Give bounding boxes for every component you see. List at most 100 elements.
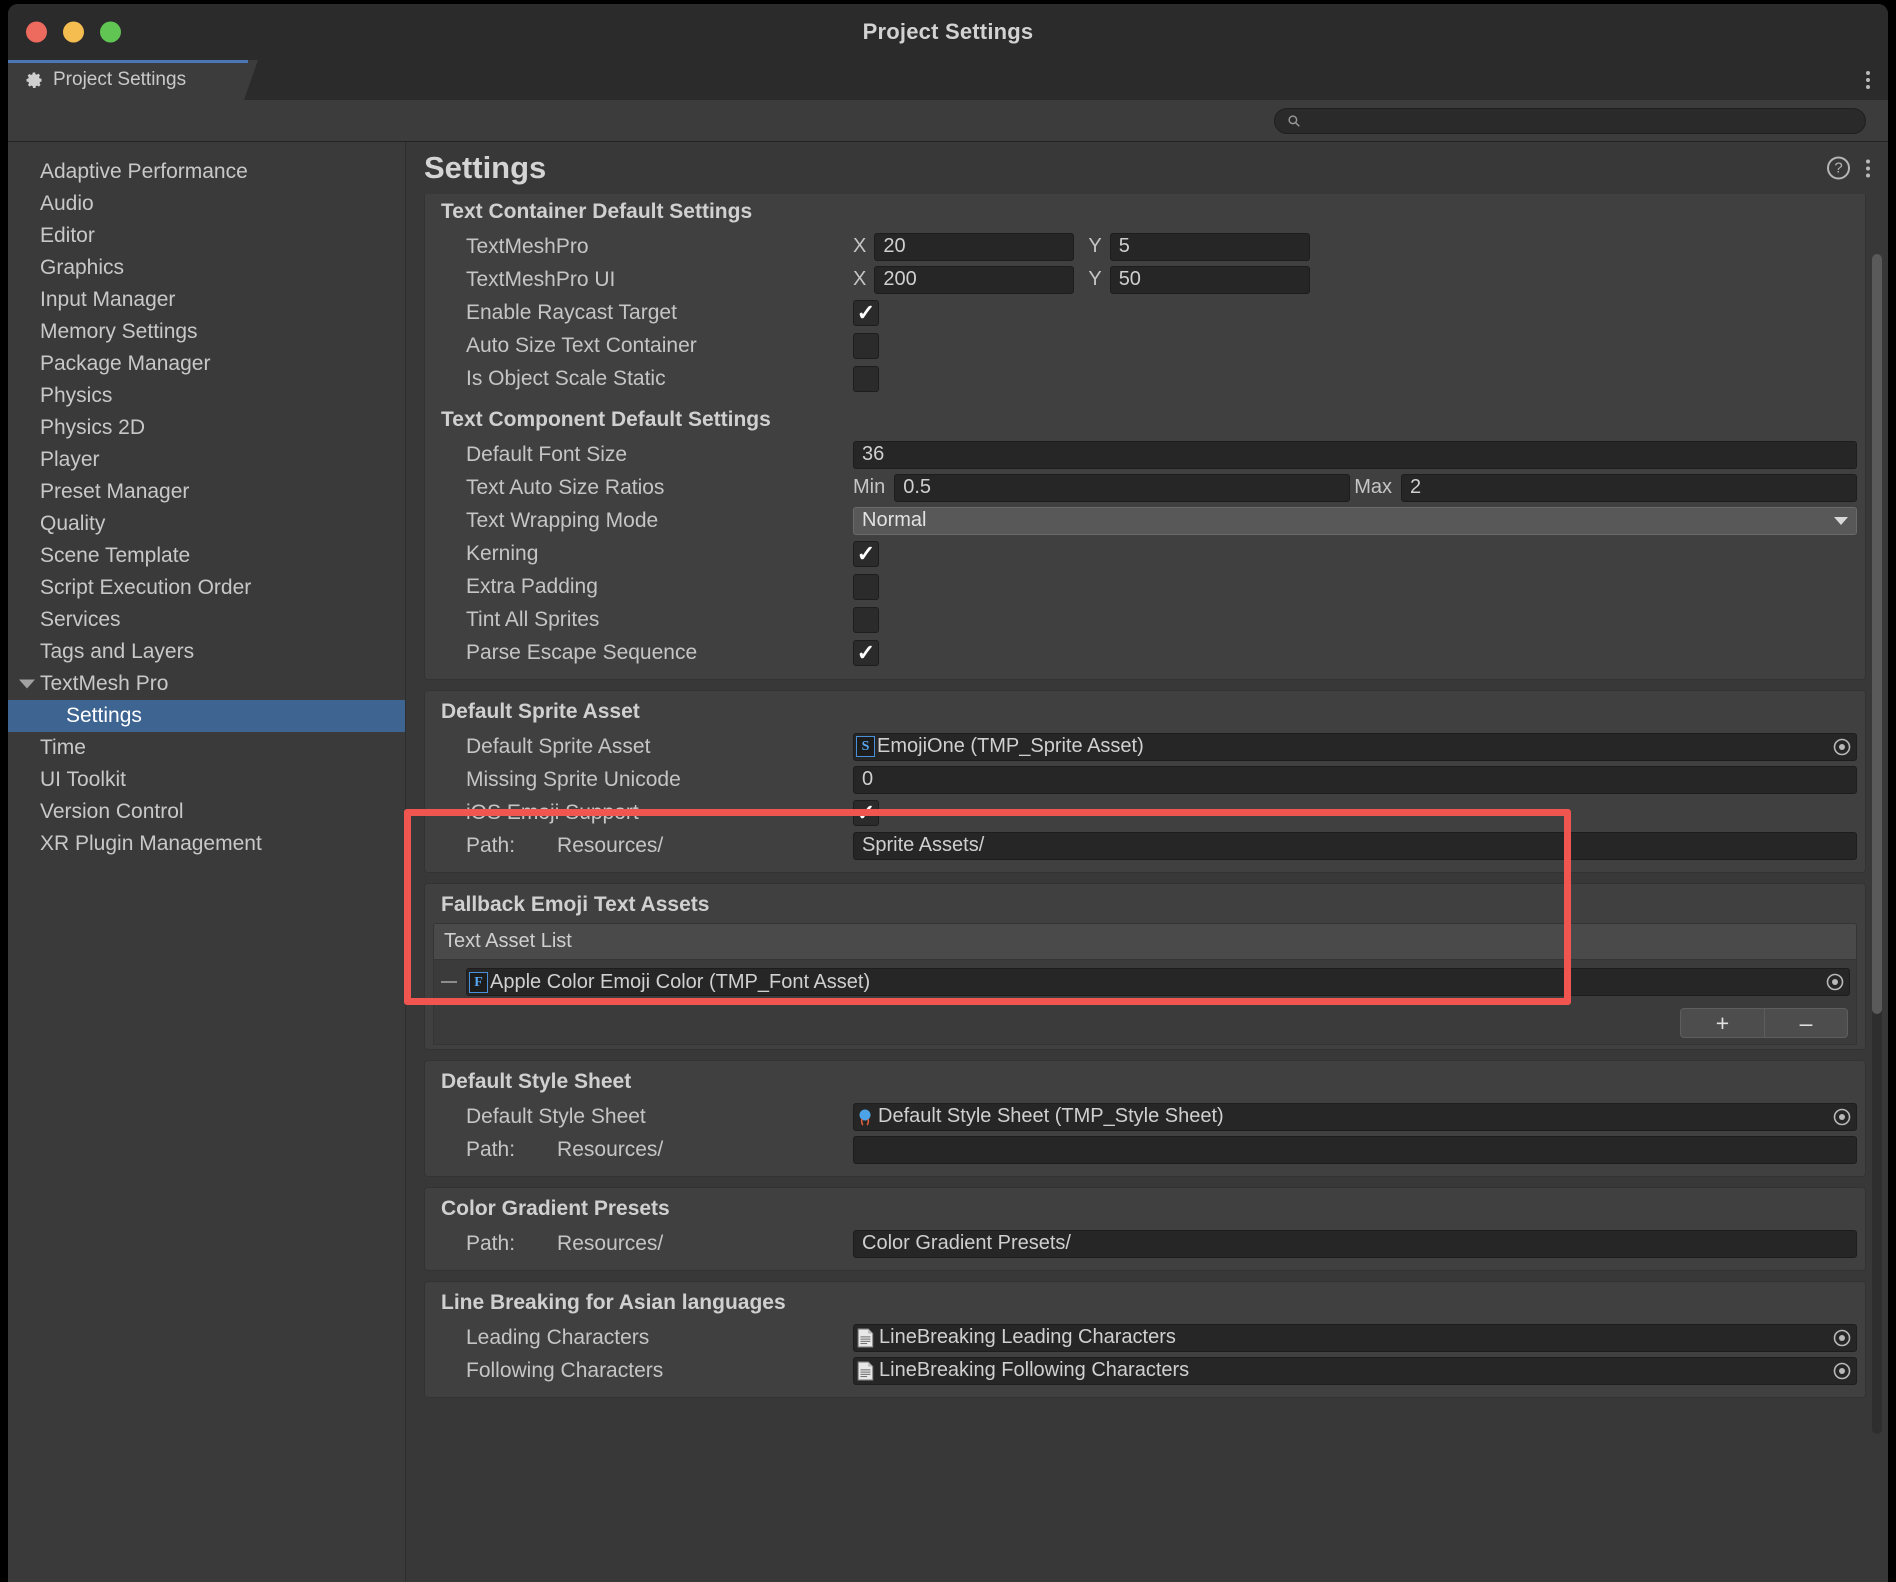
zoom-button[interactable]	[100, 22, 121, 43]
kerning-checkbox[interactable]: ✓	[853, 541, 879, 567]
search-box[interactable]	[1274, 108, 1866, 134]
textmeshpro-x-input[interactable]: 20	[874, 233, 1074, 261]
leading-characters-object-field[interactable]: LineBreaking Leading Characters	[853, 1324, 1857, 1352]
textmeshpro-y-input[interactable]: 5	[1110, 233, 1310, 261]
sidebar-item-graphics[interactable]: Graphics	[8, 252, 405, 284]
textmeshpro-ui-y-input[interactable]: 50	[1110, 266, 1310, 294]
object-field-value: Apple Color Emoji Color (TMP_Font Asset)	[490, 971, 1825, 994]
expander-triangle-icon[interactable]	[19, 680, 35, 689]
scrollbar-thumb[interactable]	[1872, 254, 1882, 1014]
close-button[interactable]	[26, 22, 47, 43]
settings-scroll-area[interactable]: Text Container Default Settings TextMesh…	[406, 194, 1888, 1582]
style-sheet-path-input[interactable]	[853, 1136, 1857, 1164]
parse-escape-sequence-checkbox[interactable]: ✓	[853, 640, 879, 666]
field-label: Leading Characters	[433, 1326, 853, 1350]
group-title: Fallback Emoji Text Assets	[433, 890, 1857, 923]
tint-all-sprites-checkbox[interactable]	[853, 607, 879, 633]
sidebar-item-settings[interactable]: Settings	[8, 700, 405, 732]
tab-label: Project Settings	[53, 69, 186, 91]
sidebar-item-adaptive-performance[interactable]: Adaptive Performance	[8, 156, 405, 188]
project-settings-window: Project Settings Project Settings Adapt	[8, 4, 1888, 1582]
vertical-scrollbar[interactable]	[1872, 254, 1882, 1434]
sidebar-item-services[interactable]: Services	[8, 604, 405, 636]
object-picker-icon[interactable]	[1832, 737, 1852, 757]
help-icon[interactable]: ?	[1827, 157, 1850, 180]
object-picker-icon[interactable]	[1832, 1107, 1852, 1127]
kebab-menu-icon[interactable]	[1866, 71, 1870, 89]
drag-handle-icon[interactable]	[440, 981, 458, 983]
ios-emoji-support-checkbox[interactable]: ✓	[853, 800, 879, 826]
tab-project-settings[interactable]: Project Settings	[8, 60, 258, 100]
missing-sprite-unicode-input[interactable]: 0	[853, 766, 1857, 794]
page-title: Settings	[424, 150, 546, 186]
default-font-size-input[interactable]: 36	[853, 441, 1857, 469]
minimize-button[interactable]	[63, 22, 84, 43]
sidebar-item-input-manager[interactable]: Input Manager	[8, 284, 405, 316]
sidebar-item-label: Version Control	[40, 800, 184, 824]
group-title: Color Gradient Presets	[433, 1194, 1857, 1227]
group-line-breaking: Line Breaking for Asian languages Leadin…	[424, 1281, 1866, 1398]
search-input[interactable]	[1307, 113, 1853, 129]
default-sprite-asset-object-field[interactable]: S EmojiOne (TMP_Sprite Asset)	[853, 733, 1857, 761]
row-kerning: Kerning ✓	[433, 537, 1857, 570]
object-picker-icon[interactable]	[1832, 1361, 1852, 1381]
sidebar-item-label: Player	[40, 448, 100, 472]
sidebar-item-xr-plugin-management[interactable]: XR Plugin Management	[8, 828, 405, 860]
row-enable-raycast-target: Enable Raycast Target ✓	[433, 296, 1857, 329]
is-object-scale-static-checkbox[interactable]	[853, 366, 879, 392]
field-label: Default Style Sheet	[433, 1105, 853, 1129]
sprite-asset-path-input[interactable]: Sprite Assets/	[853, 832, 1857, 860]
sidebar-item-version-control[interactable]: Version Control	[8, 796, 405, 828]
sidebar-item-editor[interactable]: Editor	[8, 220, 405, 252]
group-default-style-sheet: Default Style Sheet Default Style Sheet …	[424, 1060, 1866, 1177]
sidebar-item-label: Time	[40, 736, 86, 760]
row-missing-sprite-unicode: Missing Sprite Unicode 0	[433, 763, 1857, 796]
sidebar-item-physics-2d[interactable]: Physics 2D	[8, 412, 405, 444]
text-wrapping-mode-dropdown[interactable]: Normal	[853, 507, 1857, 535]
sidebar-item-scene-template[interactable]: Scene Template	[8, 540, 405, 572]
sidebar-item-label: XR Plugin Management	[40, 832, 262, 856]
field-label: Is Object Scale Static	[433, 367, 853, 391]
list-item[interactable]: F Apple Color Emoji Color (TMP_Font Asse…	[440, 966, 1850, 1002]
sidebar-item-textmesh-pro[interactable]: TextMesh Pro	[8, 668, 405, 700]
fallback-font-asset-object-field[interactable]: F Apple Color Emoji Color (TMP_Font Asse…	[466, 968, 1850, 996]
window-controls	[26, 22, 121, 43]
extra-padding-checkbox[interactable]	[853, 574, 879, 600]
group-default-sprite-asset: Default Sprite Asset Default Sprite Asse…	[424, 690, 1866, 873]
auto-size-min-input[interactable]: 0.5	[894, 474, 1350, 502]
object-picker-icon[interactable]	[1832, 1328, 1852, 1348]
color-gradient-path-input[interactable]: Color Gradient Presets/	[853, 1230, 1857, 1258]
text-asset-list-body: F Apple Color Emoji Color (TMP_Font Asse…	[433, 960, 1857, 1045]
sidebar-item-audio[interactable]: Audio	[8, 188, 405, 220]
add-item-button[interactable]: +	[1680, 1008, 1764, 1038]
sidebar-item-script-execution-order[interactable]: Script Execution Order	[8, 572, 405, 604]
sidebar-item-memory-settings[interactable]: Memory Settings	[8, 316, 405, 348]
main-header: Settings ?	[406, 142, 1888, 194]
font-asset-badge-icon: F	[469, 972, 488, 993]
text-file-icon	[857, 1328, 875, 1348]
default-style-sheet-object-field[interactable]: Default Style Sheet (TMP_Style Sheet)	[853, 1103, 1857, 1131]
sidebar-item-tags-and-layers[interactable]: Tags and Layers	[8, 636, 405, 668]
panel-menu-icon[interactable]	[1866, 159, 1870, 177]
row-textmeshpro-ui-size: TextMeshPro UI X 200 Y 50	[433, 263, 1857, 296]
sidebar-item-quality[interactable]: Quality	[8, 508, 405, 540]
sidebar-item-preset-manager[interactable]: Preset Manager	[8, 476, 405, 508]
auto-size-max-input[interactable]: 2	[1401, 474, 1857, 502]
sidebar-item-label: TextMesh Pro	[40, 672, 168, 696]
sidebar-item-player[interactable]: Player	[8, 444, 405, 476]
sidebar-item-package-manager[interactable]: Package Manager	[8, 348, 405, 380]
enable-raycast-target-checkbox[interactable]: ✓	[853, 300, 879, 326]
settings-sidebar[interactable]: Adaptive PerformanceAudioEditorGraphicsI…	[8, 142, 406, 1582]
following-characters-object-field[interactable]: LineBreaking Following Characters	[853, 1357, 1857, 1385]
sidebar-item-ui-toolkit[interactable]: UI Toolkit	[8, 764, 405, 796]
remove-item-button[interactable]: –	[1764, 1008, 1848, 1038]
auto-size-text-container-checkbox[interactable]	[853, 333, 879, 359]
group-fallback-emoji-text-assets: Fallback Emoji Text Assets Text Asset Li…	[424, 883, 1866, 1050]
row-ios-emoji-support: iOS Emoji Support ✓	[433, 796, 1857, 829]
sidebar-item-physics[interactable]: Physics	[8, 380, 405, 412]
textmeshpro-ui-x-input[interactable]: 200	[874, 266, 1074, 294]
object-picker-icon[interactable]	[1825, 972, 1845, 992]
sidebar-item-time[interactable]: Time	[8, 732, 405, 764]
sidebar-item-label: UI Toolkit	[40, 768, 126, 792]
row-default-font-size: Default Font Size 36	[433, 438, 1857, 471]
